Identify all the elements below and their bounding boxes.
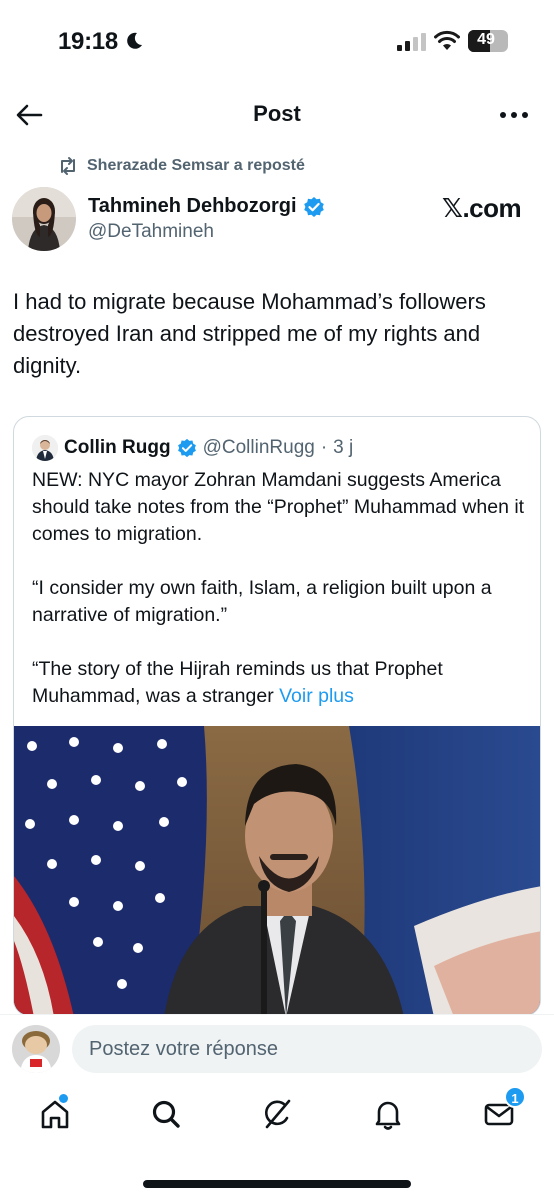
battery-icon: 49 [468,30,508,52]
reply-avatar-image [12,1025,60,1073]
repost-context[interactable]: Sherazade Semsar a reposté [57,156,305,176]
messages-badge: 1 [504,1086,526,1108]
home-icon [41,1100,69,1129]
quote-body: NEW: NYC mayor Zohran Mamdani suggests A… [32,467,532,737]
tab-grok[interactable] [259,1096,295,1132]
quote-media-image[interactable] [14,726,541,1016]
tab-messages[interactable]: 1 [481,1086,526,1132]
quote-card[interactable]: Collin Rugg @CollinRugg · 3 j NEW: NYC m… [13,416,541,1016]
xcom-watermark: 𝕏.com [442,193,522,223]
verified-icon [303,196,324,217]
notifications-icon [375,1101,401,1130]
page-title: Post [253,101,301,126]
tab-home[interactable] [37,1094,73,1132]
battery-percent: 49 [477,31,495,48]
quote-header: Collin Rugg @CollinRugg · 3 j [32,435,353,461]
avatar-image [12,187,76,251]
quote-avatar [32,435,58,461]
quote-age: 3 j [333,437,354,458]
quote-author-handle: @CollinRugg [202,437,315,458]
tab-bar: 1 [0,1086,554,1146]
voir-plus-link[interactable]: Voir plus [279,685,354,707]
wifi-icon [434,30,460,50]
reply-avatar[interactable] [12,1025,60,1073]
quote-paragraph-text: “The story of the Hijrah reminds us that… [32,658,443,707]
signal-icon [397,33,426,51]
unread-dot [59,1094,68,1103]
quote-paragraph: NEW: NYC mayor Zohran Mamdani suggests A… [32,469,525,545]
reply-input[interactable]: Postez votre réponse [72,1025,542,1073]
grok-icon [265,1099,291,1129]
moon-icon [127,32,142,49]
quote-separator: · [320,437,328,458]
tab-search[interactable] [148,1096,184,1132]
quote-paragraph: “I consider my own faith, Islam, a relig… [32,577,492,626]
quote-paragraph-truncated: “The story of the Hijrah reminds us that… [32,656,532,710]
tab-notifications[interactable] [370,1096,406,1132]
status-bar: 19:18 49 [0,0,554,84]
more-icon[interactable] [498,108,530,122]
home-indicator [143,1180,411,1188]
status-time: 19:18 [58,28,118,55]
repost-icon [61,157,75,175]
author-name: Tahmineh Dehbozorgi [88,195,297,217]
author-name-row[interactable]: Tahmineh Dehbozorgi [88,195,325,218]
verified-icon [177,438,196,458]
quote-avatar-image [32,435,58,461]
nav-header: Post [0,88,554,142]
reply-bar: Postez votre réponse [0,1014,554,1084]
post-text: I had to migrate because Mohammad’s foll… [13,289,486,378]
search-icon [152,1100,180,1128]
repost-text: Sherazade Semsar a reposté [87,157,305,174]
quote-author-name: Collin Rugg [64,437,171,458]
battery-cap [505,37,508,45]
avatar[interactable] [12,187,76,251]
author-handle[interactable]: @DeTahmineh [88,221,214,243]
